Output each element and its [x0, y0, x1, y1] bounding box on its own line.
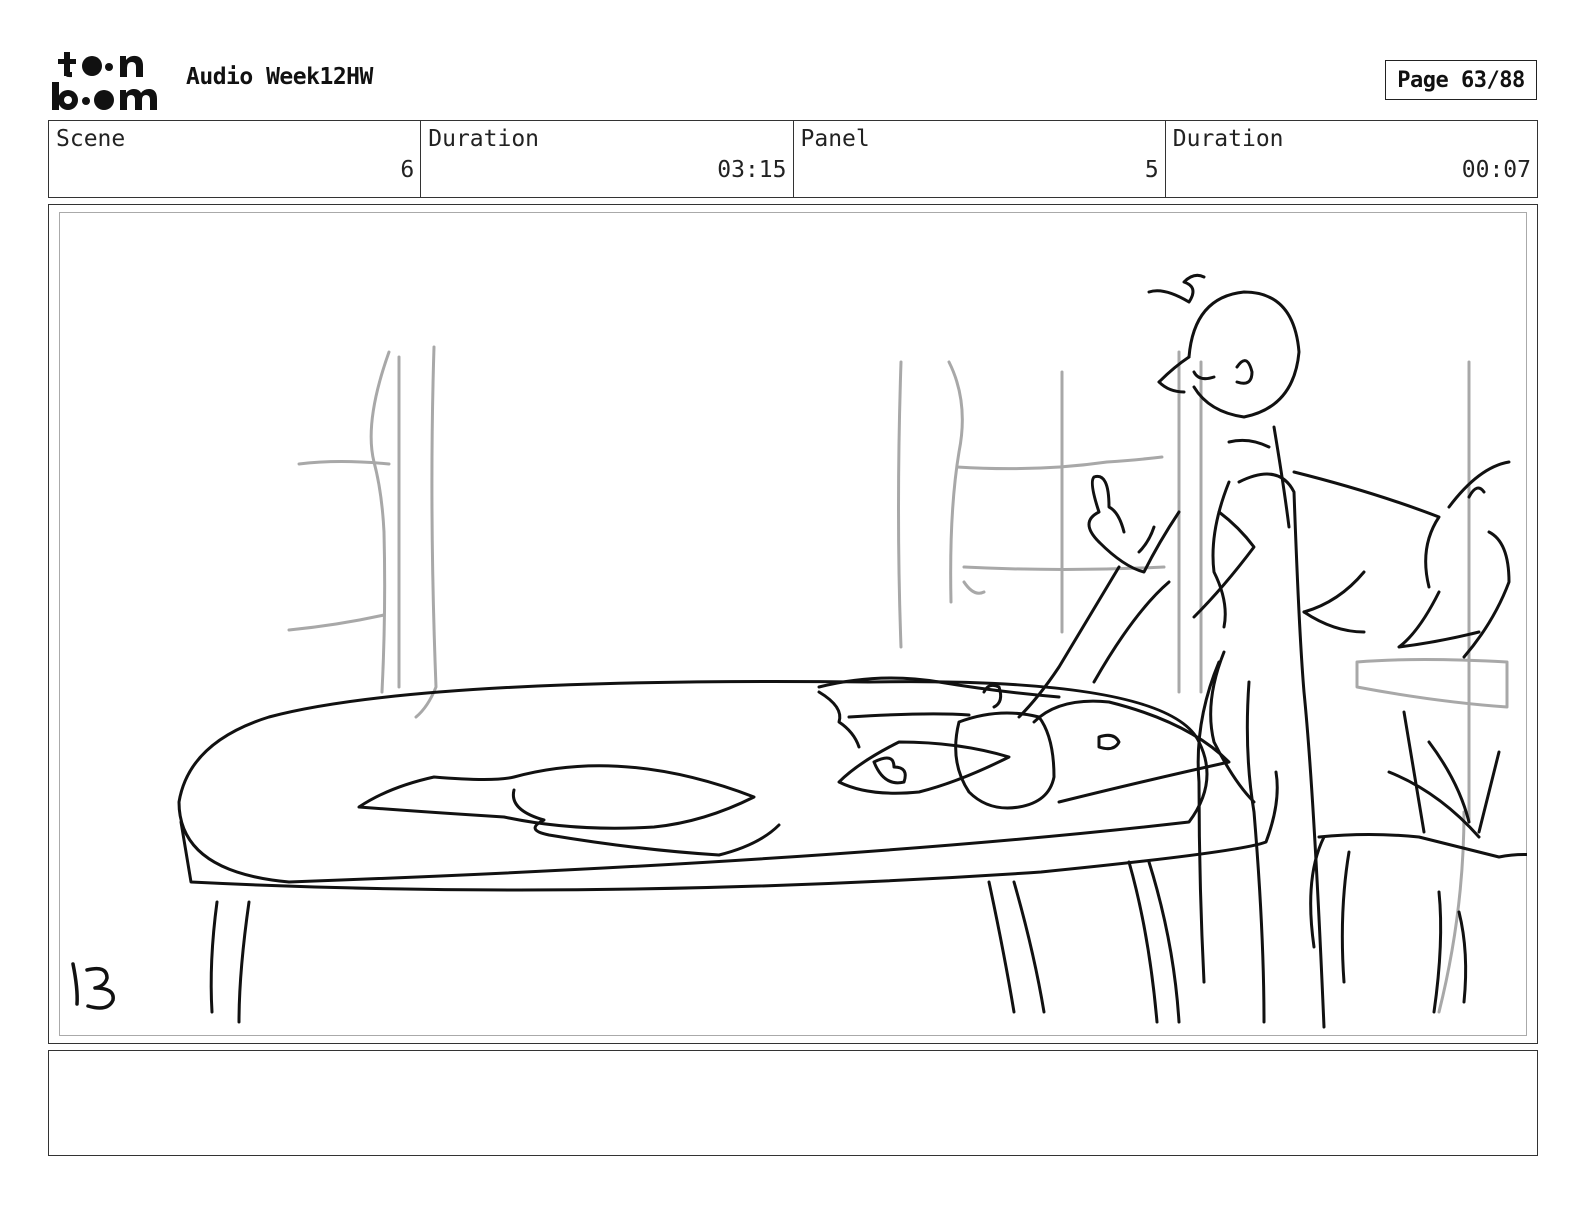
storyboard-sketch	[71, 273, 1527, 1029]
panel-info-row: Scene 6 Duration 03:15 Panel 5 Duration …	[48, 120, 1538, 198]
scene-duration-value: 03:15	[717, 157, 787, 183]
panel-duration-value: 00:07	[1461, 157, 1531, 183]
project-title: Audio Week12HW	[186, 64, 373, 90]
panel-duration-cell: Duration 00:07	[1166, 121, 1537, 197]
scene-duration-label: Duration	[428, 126, 540, 152]
panel-notes-box	[48, 1050, 1538, 1156]
papers	[357, 676, 1231, 857]
page-label: Page 63/88	[1397, 67, 1525, 93]
toon-boom-logo	[50, 50, 168, 112]
standing-character	[1087, 273, 1326, 1029]
scene-cell: Scene 6	[49, 121, 422, 197]
scene-value: 6	[400, 157, 415, 183]
page-indicator: Page 63/88	[1385, 60, 1537, 100]
panel-cell: Panel 5	[794, 121, 1166, 197]
seated-character	[1292, 460, 1527, 1014]
panel-value: 5	[1144, 157, 1159, 183]
sketch-number-glyph	[71, 962, 115, 1010]
scene-duration-cell: Duration 03:15	[421, 121, 794, 197]
scene-label: Scene	[56, 126, 126, 152]
panel-duration-label: Duration	[1172, 126, 1284, 152]
panel-label: Panel	[800, 126, 870, 152]
